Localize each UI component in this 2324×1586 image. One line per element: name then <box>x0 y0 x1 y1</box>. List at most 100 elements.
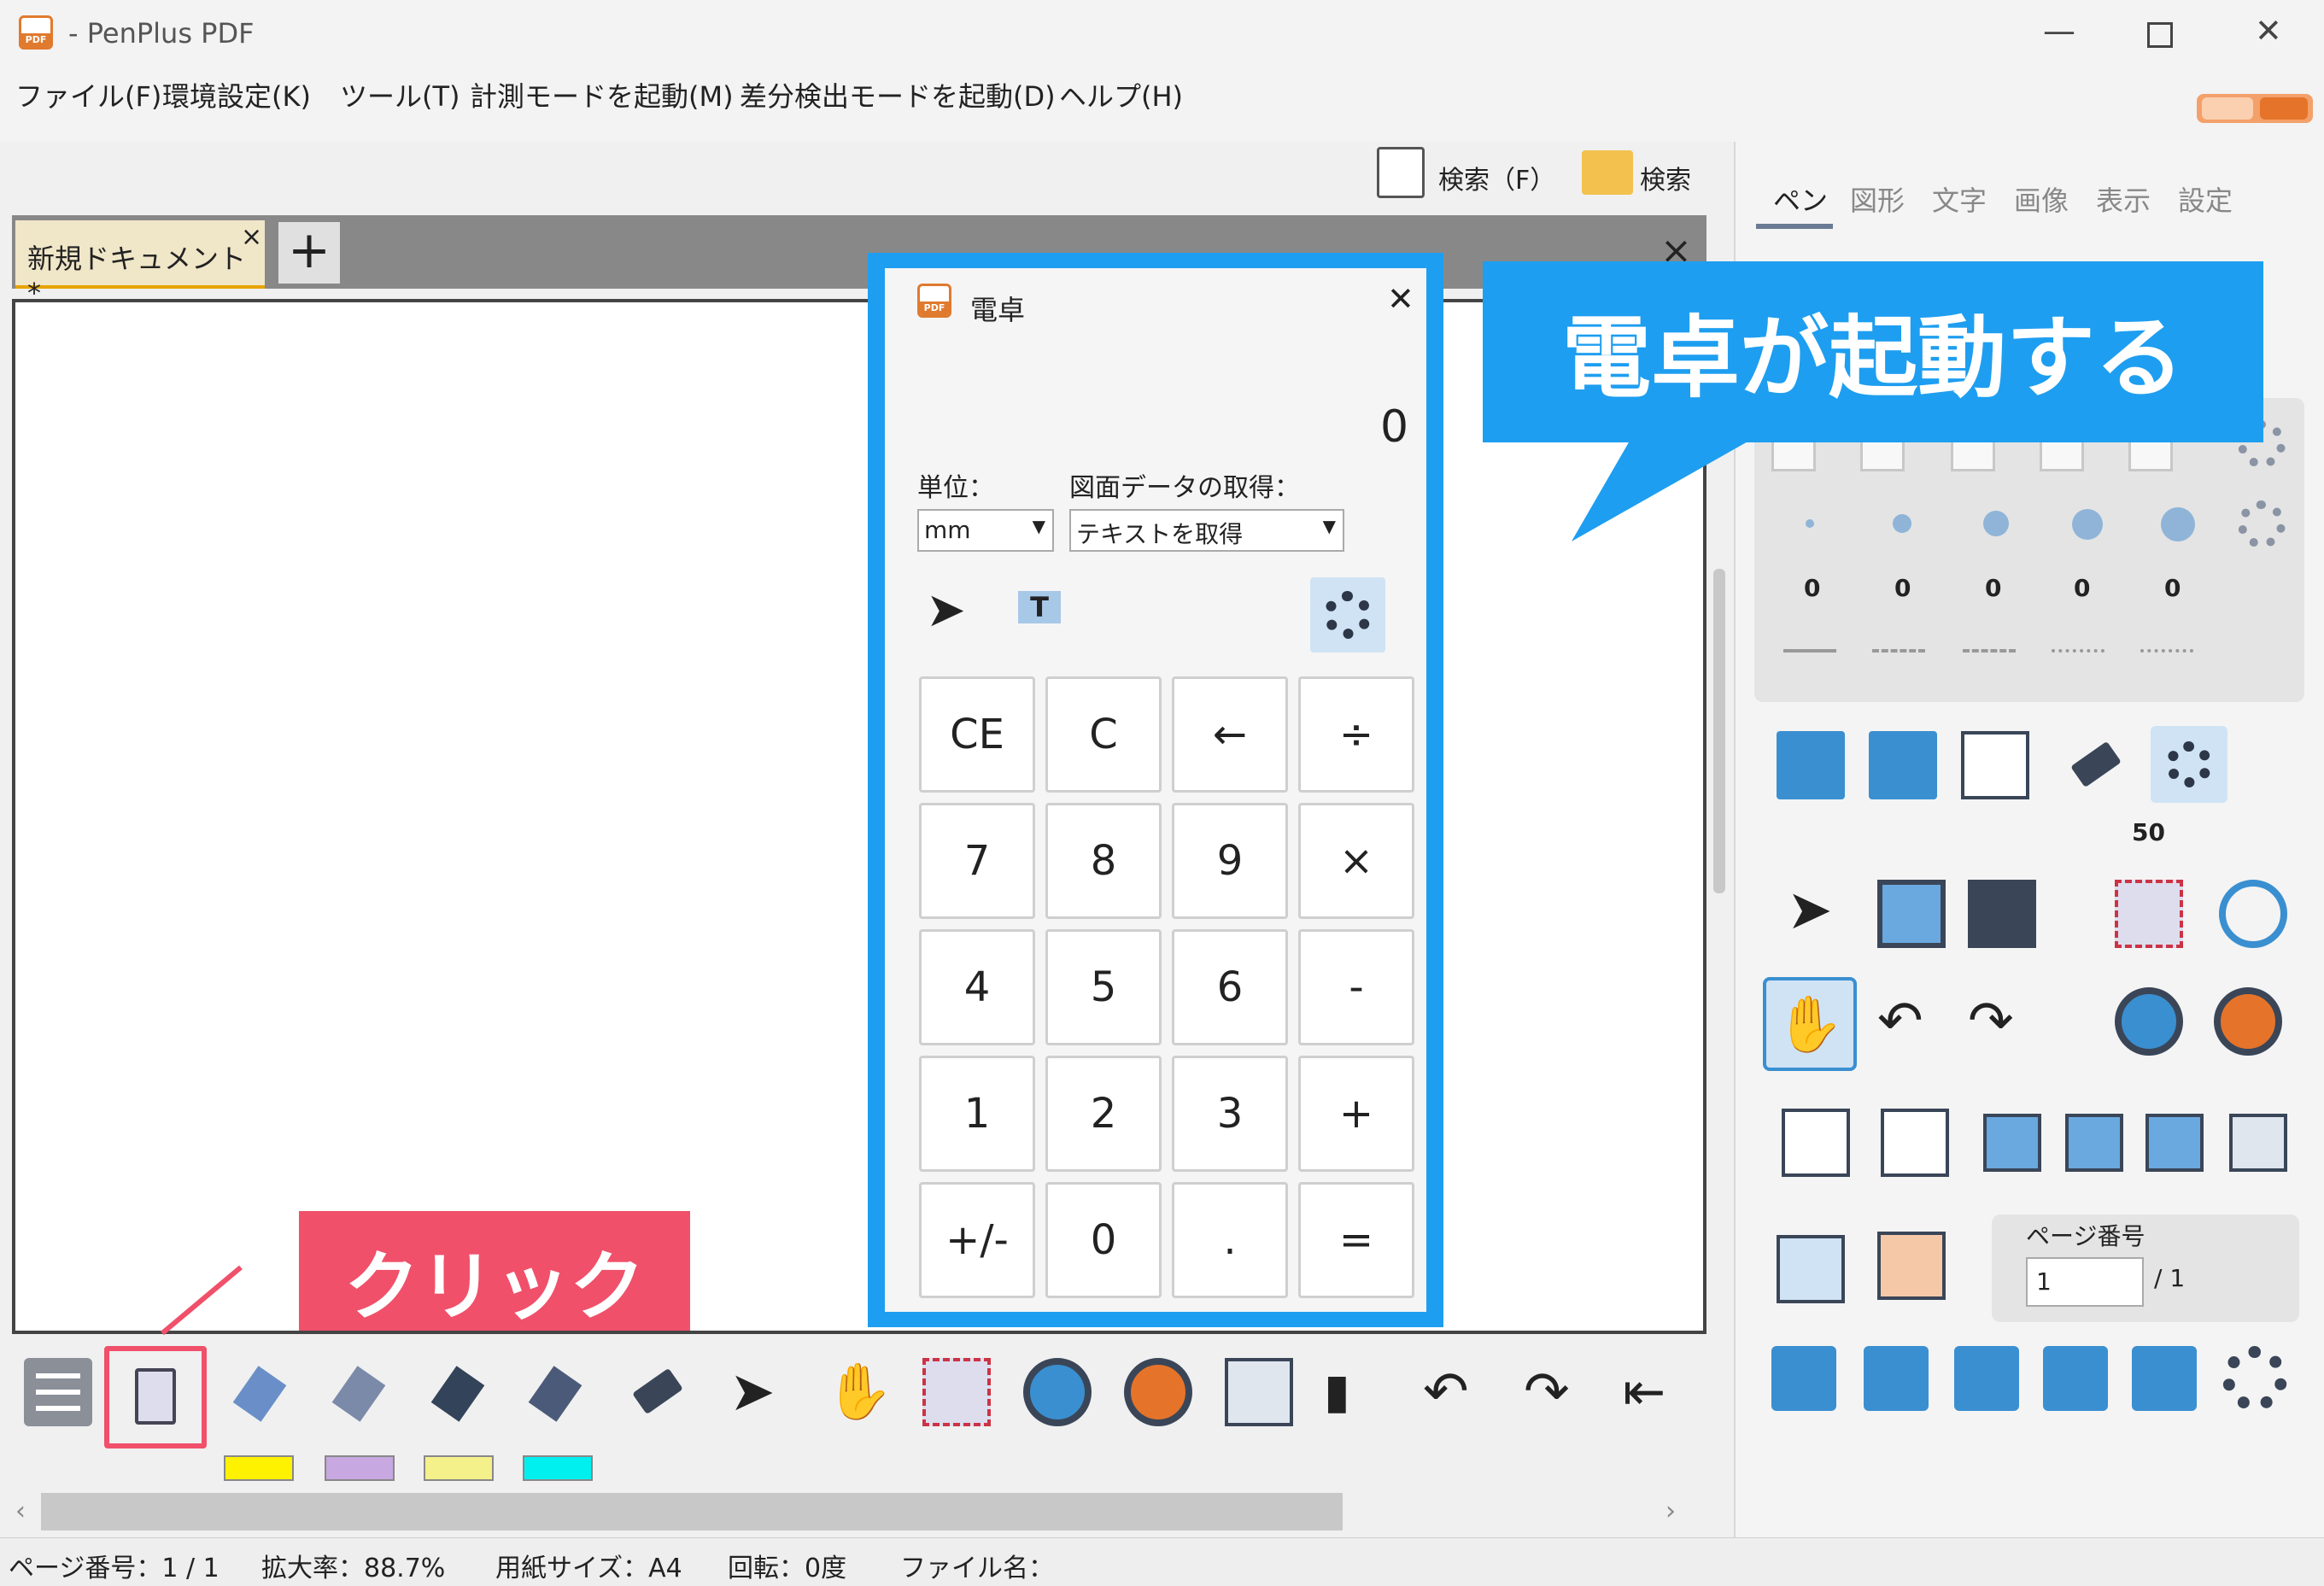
horizontal-scrollbar[interactable]: ‹ › <box>12 1493 1686 1530</box>
line-style-dash[interactable] <box>1872 649 1925 653</box>
tab-close-icon[interactable]: × <box>241 222 262 252</box>
actual-size-icon[interactable] <box>1225 1358 1293 1426</box>
menu-file[interactable]: ファイル(F) <box>15 75 161 114</box>
panel-select-icon[interactable]: ➤ <box>1787 876 1855 945</box>
bring-front-icon[interactable] <box>1877 880 1946 948</box>
highlighter-2-icon[interactable] <box>328 1358 396 1426</box>
bookmark-icon[interactable] <box>1864 1346 1929 1411</box>
panel-collapse-toggle[interactable] <box>2197 94 2313 123</box>
key-add[interactable]: + <box>1298 1056 1414 1172</box>
scroll-left-icon[interactable]: ‹ <box>15 1496 26 1526</box>
send-back-icon[interactable] <box>1968 880 2036 948</box>
key-subtract[interactable]: - <box>1298 929 1414 1045</box>
calc-gear-icon[interactable] <box>1310 577 1385 653</box>
pen-size-dot-3[interactable] <box>1983 511 2009 536</box>
settings-gear-icon[interactable] <box>2222 1346 2287 1411</box>
first-page-icon[interactable]: ⇤ <box>1623 1358 1691 1426</box>
horizontal-scroll-thumb[interactable] <box>41 1493 1343 1530</box>
unit-select[interactable]: mm ▼ <box>917 509 1054 552</box>
maximize-icon[interactable] <box>2147 22 2173 48</box>
menu-preferences[interactable]: 環境設定(K) <box>162 75 311 114</box>
delete-all-icon[interactable] <box>1869 731 1937 799</box>
calculator-button[interactable] <box>104 1346 207 1448</box>
panel-zoom-out-icon[interactable] <box>2115 987 2183 1056</box>
line-style-dashdot[interactable] <box>2052 649 2104 653</box>
key-8[interactable]: 8 <box>1045 803 1162 919</box>
search-button[interactable]: 検索（F） <box>1438 159 1555 196</box>
panel-region-select-icon[interactable] <box>2115 880 2183 948</box>
menu-tools[interactable]: ツール(T) <box>340 75 460 114</box>
line-style-solid[interactable] <box>1783 649 1836 653</box>
key-0[interactable]: 0 <box>1045 1182 1162 1298</box>
menu-measure-mode[interactable]: 計測モードを起動(M) <box>470 75 734 114</box>
delete-select-icon[interactable]: ▮ <box>1324 1358 1392 1426</box>
key-5[interactable]: 5 <box>1045 929 1162 1045</box>
zoom-out-icon[interactable] <box>1023 1358 1092 1426</box>
highlight-color-yellow[interactable] <box>224 1455 294 1481</box>
key-7[interactable]: 7 <box>919 803 1035 919</box>
collapse-right-icon[interactable] <box>2260 97 2308 120</box>
key-multiply[interactable]: × <box>1298 803 1414 919</box>
menu-hamburger-icon[interactable] <box>24 1358 92 1426</box>
menu-diff-mode[interactable]: 差分検出モードを起動(D) <box>740 75 1056 114</box>
line-style-dotted[interactable] <box>2140 649 2193 653</box>
size-gear-icon[interactable] <box>2238 500 2286 548</box>
key-4[interactable]: 4 <box>919 929 1035 1045</box>
panel-undo-icon[interactable]: ↶ <box>1877 987 1946 1056</box>
highlighter-1-icon[interactable] <box>229 1358 297 1426</box>
text-highlighter-icon[interactable] <box>524 1358 593 1426</box>
document-canvas[interactable] <box>12 299 1706 1334</box>
zoom-in-icon[interactable] <box>1124 1358 1192 1426</box>
line-style-dash-2[interactable] <box>1963 649 2016 653</box>
key-6[interactable]: 6 <box>1172 929 1288 1045</box>
minimize-icon[interactable]: — <box>2043 12 2075 50</box>
key-c[interactable]: C <box>1045 676 1162 793</box>
pen-size-dot-5[interactable] <box>2161 507 2195 541</box>
search-doc-icon[interactable] <box>1377 147 1425 198</box>
prev-page-icon[interactable] <box>1777 1235 1845 1303</box>
text-pick-icon[interactable]: T <box>1018 591 1061 623</box>
delete-selected-icon[interactable] <box>1777 731 1845 799</box>
highlighter-3-icon[interactable] <box>427 1358 495 1426</box>
key-1[interactable]: 1 <box>919 1056 1035 1172</box>
highlight-color-checker[interactable] <box>424 1455 494 1481</box>
fit-width-icon[interactable] <box>1983 1114 2041 1172</box>
pen-size-dot-4[interactable] <box>2072 509 2103 540</box>
key-2[interactable]: 2 <box>1045 1056 1162 1172</box>
key-plus-minus[interactable]: +/- <box>919 1182 1035 1298</box>
panel-actual-size-icon[interactable] <box>2229 1114 2287 1172</box>
data-source-select[interactable]: テキストを取得 ▼ <box>1069 509 1344 552</box>
highlight-color-purple[interactable] <box>325 1455 395 1481</box>
fit-height-icon[interactable] <box>2065 1114 2123 1172</box>
undo-icon[interactable]: ↶ <box>1423 1358 1491 1426</box>
key-ce[interactable]: CE <box>919 676 1035 793</box>
scroll-right-icon[interactable]: › <box>1665 1496 1676 1526</box>
target-icon[interactable] <box>2219 880 2287 948</box>
hand-tool-icon[interactable]: ✋ <box>825 1358 893 1426</box>
panel-redo-icon[interactable]: ↷ <box>1968 987 2036 1056</box>
eraser-icon[interactable] <box>623 1358 692 1426</box>
next-page-icon[interactable] <box>1877 1232 1946 1300</box>
calc-close-icon[interactable]: ✕ <box>1387 280 1414 318</box>
eraser-gear-icon[interactable] <box>2151 726 2227 803</box>
folder-search-button[interactable]: 検索 <box>1640 159 1691 196</box>
tab-new-document[interactable]: 新規ドキュメント * × <box>15 220 265 309</box>
fit-page-icon[interactable] <box>2145 1114 2204 1172</box>
vertical-scroll-thumb[interactable] <box>1713 569 1725 893</box>
tab-shape[interactable]: 図形 <box>1850 179 1905 219</box>
tab-pen[interactable]: ペン <box>1773 179 1828 219</box>
pin-icon[interactable] <box>1954 1346 2019 1411</box>
tab-view[interactable]: 表示 <box>2096 179 2151 219</box>
page-number-input[interactable]: 1 <box>2026 1257 2144 1307</box>
key-equals[interactable]: = <box>1298 1182 1414 1298</box>
tab-text[interactable]: 文字 <box>1932 179 1987 219</box>
region-select-icon[interactable] <box>922 1358 991 1426</box>
key-9[interactable]: 9 <box>1172 803 1288 919</box>
delete-page-icon[interactable] <box>1961 731 2029 799</box>
key-decimal[interactable]: . <box>1172 1182 1288 1298</box>
panel-zoom-in-icon[interactable] <box>2214 987 2282 1056</box>
select-arrow-icon[interactable]: ➤ <box>729 1358 798 1426</box>
close-window-icon[interactable]: ✕ <box>2255 12 2282 50</box>
thumbnails-icon[interactable] <box>1771 1346 1836 1411</box>
redo-icon[interactable]: ↷ <box>1524 1358 1592 1426</box>
